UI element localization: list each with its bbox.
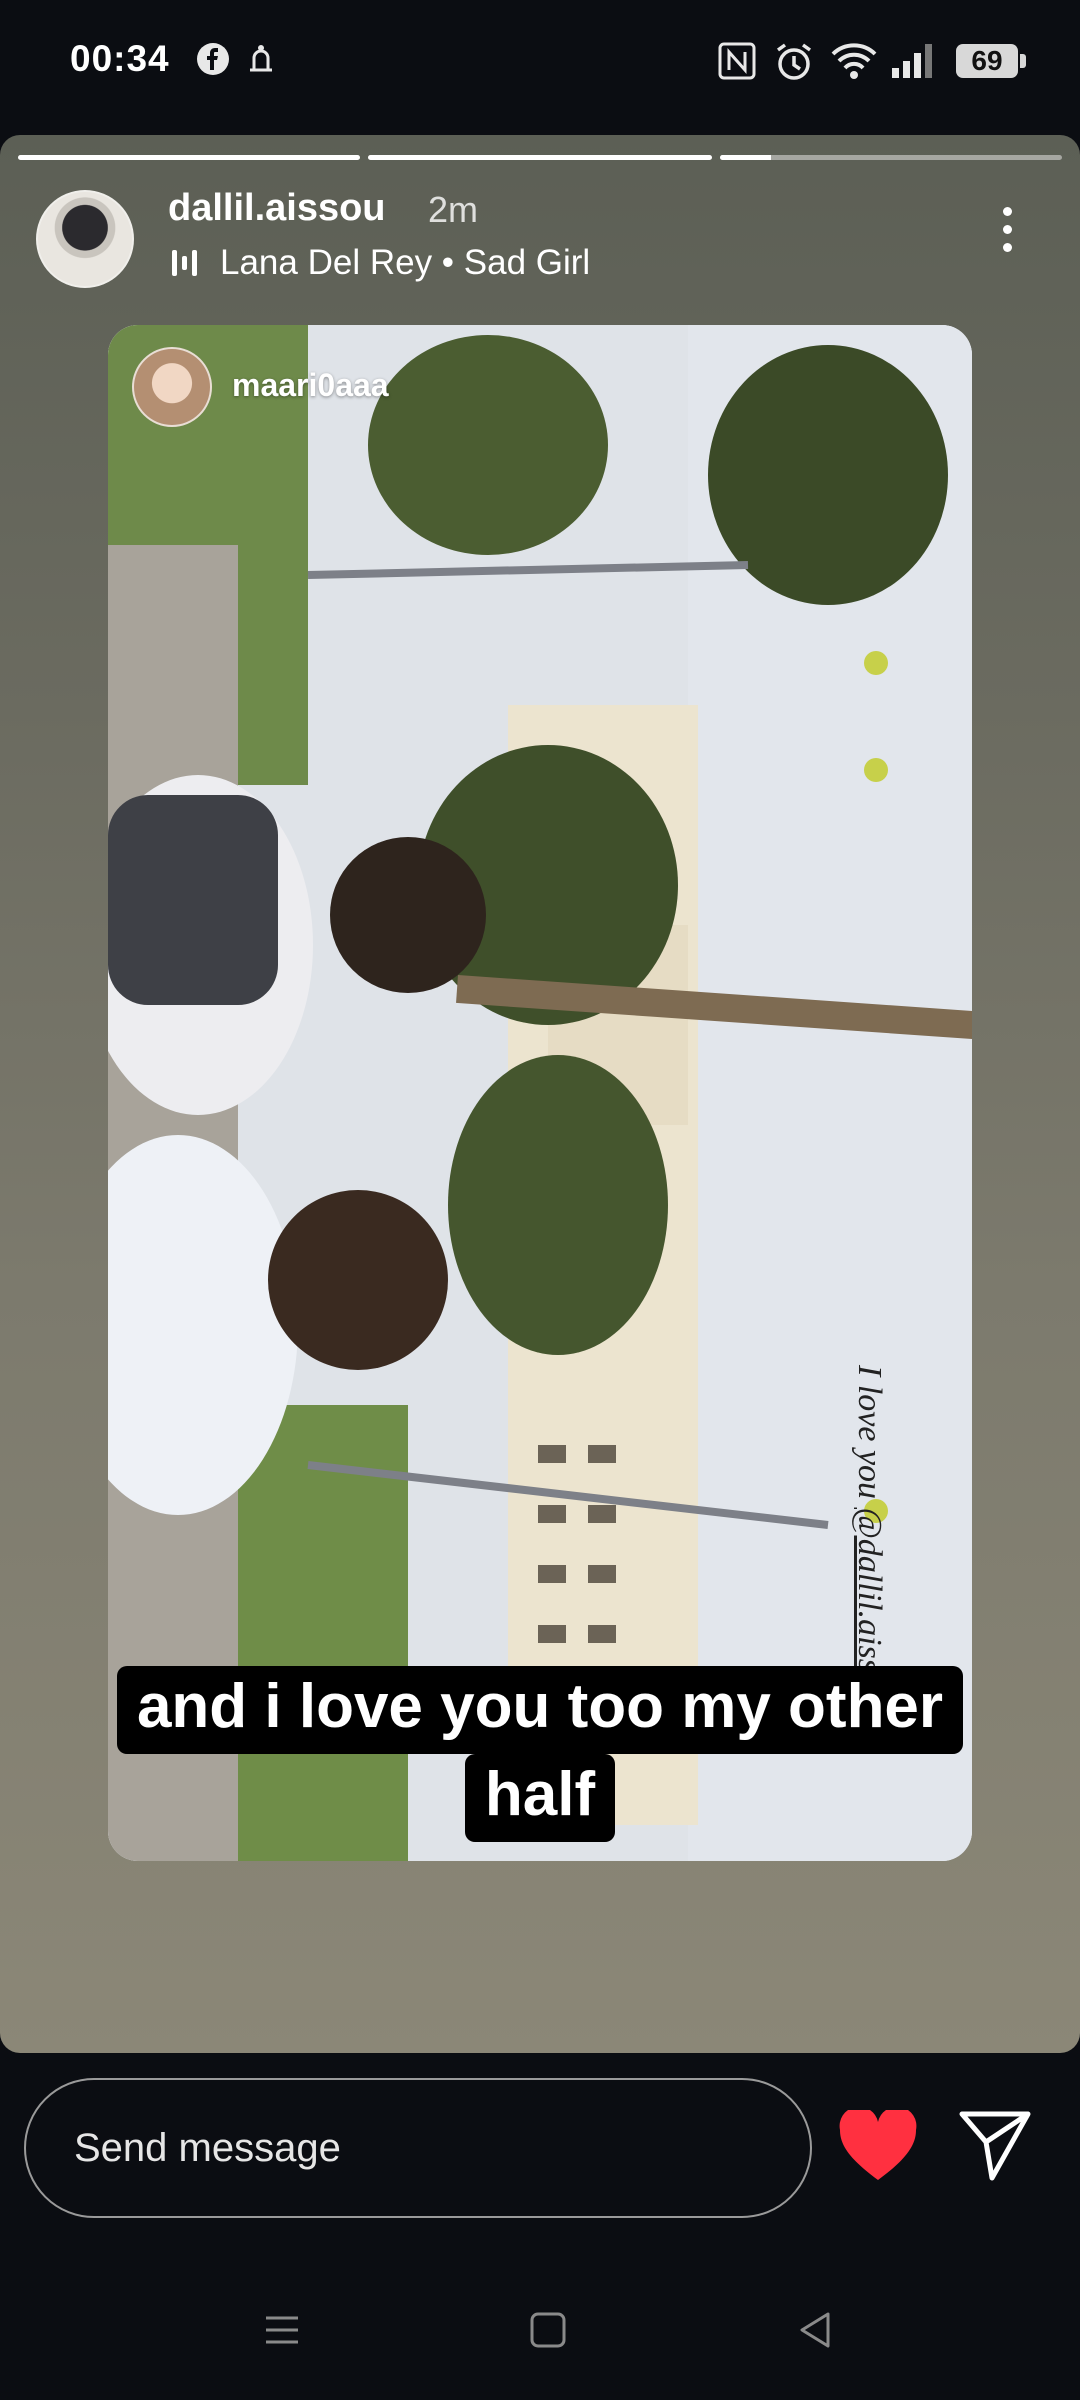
post-username[interactable]: maari0aaa <box>232 367 389 404</box>
story-text-overlay: and i love you too my other half <box>0 1666 1080 1842</box>
status-bar: 00:34 69 <box>0 0 1080 120</box>
overlay-line-1: and i love you too my other <box>116 1666 964 1754</box>
alarm-icon <box>776 43 812 80</box>
shared-post[interactable]: maari0aaa I love you @dallil.aissou <box>108 325 972 1861</box>
music-bars-icon <box>172 246 206 280</box>
send-message-input[interactable] <box>24 2078 812 2218</box>
story-music[interactable]: Lana Del Rey • Sad Girl <box>172 243 590 283</box>
more-options-icon[interactable] <box>992 207 1022 267</box>
story-time-ago: 2m <box>428 189 479 230</box>
heart-icon[interactable] <box>838 2110 918 2182</box>
story-progress-segment <box>368 155 712 160</box>
wifi-icon <box>831 43 877 79</box>
post-avatar[interactable] <box>132 347 212 427</box>
post-caption-text: I love you <box>851 1365 888 1508</box>
shared-photo <box>108 325 972 1861</box>
music-label: Lana Del Rey • Sad Girl <box>220 243 591 282</box>
avatar[interactable] <box>36 190 134 288</box>
story-progress-segment <box>18 155 360 160</box>
status-time: 00:34 <box>70 38 170 79</box>
story-username[interactable]: dallil.aissou <box>168 187 386 230</box>
nfc-icon <box>718 42 756 80</box>
story-progress-segment <box>720 155 1062 160</box>
battery-icon: 69 <box>956 44 1026 78</box>
menu-icon[interactable] <box>262 2310 302 2350</box>
send-icon[interactable] <box>958 2108 1032 2182</box>
overlay-line-2: half <box>464 1754 616 1842</box>
facebook-icon <box>197 43 229 75</box>
post-caption: I love you @dallil.aissou <box>850 1365 888 1706</box>
back-icon[interactable] <box>796 2310 836 2350</box>
signal-icon <box>892 44 932 78</box>
notification-icon <box>250 45 272 72</box>
home-icon[interactable] <box>528 2310 568 2350</box>
